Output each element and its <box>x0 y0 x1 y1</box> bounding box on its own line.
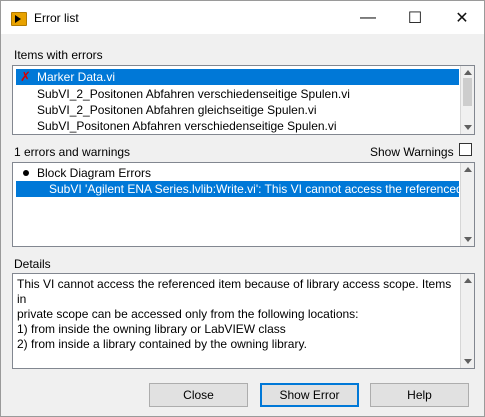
list-item-label: SubVI_2_Positonen Abfahren gleichseitige… <box>37 103 317 117</box>
maximize-button[interactable]: ☐ <box>392 1 438 34</box>
details-text: This VI cannot access the referenced ite… <box>17 277 457 352</box>
minimize-button[interactable]: — <box>345 1 391 34</box>
items-with-errors-label: Items with errors <box>14 48 103 62</box>
list-item-selected[interactable]: ✗ Marker Data.vi <box>16 69 459 85</box>
items-with-errors-list[interactable]: ✗ Marker Data.vi SubVI_2_Positonen Abfah… <box>12 65 475 135</box>
title-bar: Error list — ☐ ✕ <box>1 1 484 34</box>
details-line: 1) from inside the owning library or Lab… <box>17 322 286 336</box>
details-line: private scope can be accessed only from … <box>17 307 359 321</box>
errors-tree[interactable]: Block Diagram Errors SubVI 'Agilent ENA … <box>12 162 475 247</box>
scroll-up-arrow-icon[interactable] <box>464 70 472 75</box>
scroll-down-arrow-icon[interactable] <box>464 125 472 130</box>
list-item[interactable]: SubVI_Positonen Abfahren verschiedenseit… <box>16 118 459 134</box>
list-item-label: SubVI_Positonen Abfahren verschiedenseit… <box>37 119 337 133</box>
items-scrollbar[interactable] <box>460 66 474 134</box>
scroll-up-arrow-icon[interactable] <box>464 278 472 283</box>
details-line: 2) from inside a library contained by th… <box>17 337 307 351</box>
close-button[interactable]: Close <box>149 383 248 407</box>
labview-app-icon <box>11 12 27 26</box>
show-warnings-checkbox[interactable] <box>459 143 472 156</box>
tree-error-entry-selected[interactable]: SubVI 'Agilent ENA Series.lvlib:Write.vi… <box>16 181 459 197</box>
details-text-area[interactable]: This VI cannot access the referenced ite… <box>12 273 475 369</box>
show-error-button[interactable]: Show Error <box>260 383 359 407</box>
scroll-thumb[interactable] <box>463 78 472 106</box>
tree-group-item[interactable]: Block Diagram Errors <box>16 165 459 181</box>
window-title: Error list <box>34 11 79 25</box>
tree-error-label: SubVI 'Agilent ENA Series.lvlib:Write.vi… <box>49 182 459 196</box>
details-line: This VI cannot access the referenced ite… <box>17 277 452 306</box>
scroll-down-arrow-icon[interactable] <box>464 359 472 364</box>
details-scrollbar[interactable] <box>460 274 474 368</box>
list-item-label: SubVI_2_Positonen Abfahren verschiedense… <box>37 87 350 101</box>
list-item-label: Marker Data.vi <box>37 70 116 84</box>
close-window-button[interactable]: ✕ <box>439 1 485 34</box>
list-item[interactable]: SubVI_2_Positonen Abfahren gleichseitige… <box>16 102 459 118</box>
errors-count-label: 1 errors and warnings <box>14 145 131 159</box>
error-x-icon: ✗ <box>20 69 31 84</box>
help-button[interactable]: Help <box>370 383 469 407</box>
list-item[interactable]: SubVI_2_Positonen Abfahren verschiedense… <box>16 86 459 102</box>
scroll-down-arrow-icon[interactable] <box>464 237 472 242</box>
tree-bullet-icon <box>23 170 29 176</box>
error-list-window: Error list — ☐ ✕ Items with errors ✗ Mar… <box>0 0 485 417</box>
details-label: Details <box>14 257 51 271</box>
tree-group-label: Block Diagram Errors <box>37 166 152 180</box>
show-warnings-label: Show Warnings <box>370 145 454 159</box>
errors-scrollbar[interactable] <box>460 163 474 246</box>
scroll-up-arrow-icon[interactable] <box>464 167 472 172</box>
